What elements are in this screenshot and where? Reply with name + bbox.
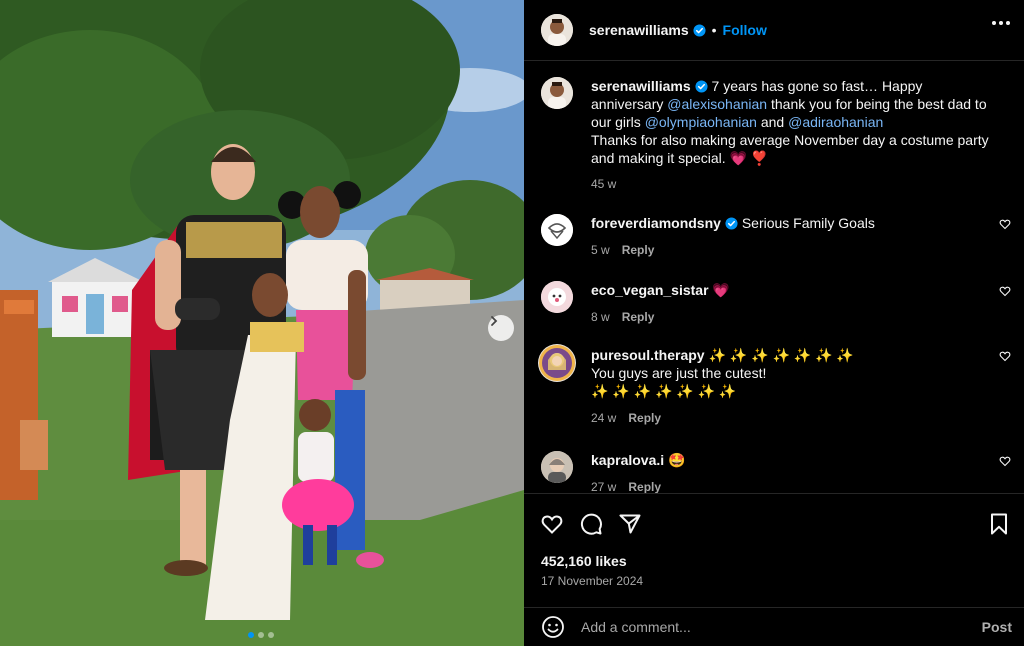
caption-author[interactable]: serenawilliams (591, 78, 691, 94)
reply-button[interactable]: Reply (622, 243, 655, 257)
avatar-image (541, 77, 573, 109)
verified-badge-icon (693, 23, 706, 37)
avatar[interactable] (541, 77, 573, 109)
comment-author[interactable]: kapralova.i (591, 452, 664, 468)
post-header: serenawilliams • Follow (524, 0, 1024, 61)
carousel-indicator (248, 632, 274, 638)
follow-button[interactable]: Follow (723, 22, 767, 38)
avatar-image (541, 14, 573, 46)
reply-button[interactable]: Reply (628, 411, 661, 425)
comment-body: puresoul.therapy ✨ ✨ ✨ ✨ ✨ ✨ ✨ You guys … (591, 346, 996, 427)
heart-icon[interactable] (999, 455, 1011, 467)
comment-text: ✨ ✨ ✨ ✨ ✨ ✨ ✨ (708, 347, 854, 363)
verified-badge-icon (695, 80, 708, 93)
comment-body: foreverdiamondsny Serious Family Goals 5… (591, 214, 996, 259)
save-button[interactable] (987, 512, 1011, 541)
reply-button[interactable]: Reply (628, 480, 661, 493)
share-icon[interactable] (618, 512, 642, 536)
post-media[interactable] (0, 0, 524, 646)
comment-text: 💗 (712, 282, 730, 298)
next-image-button[interactable] (488, 315, 514, 341)
avatar[interactable] (538, 344, 576, 382)
caption-time: 45 w (591, 177, 617, 191)
caption-and: and (760, 114, 785, 130)
comment-time: 8 w (591, 310, 610, 324)
post-actions: 452,160 likes 17 November 2024 (524, 493, 1024, 609)
likes-count[interactable]: 452,160 likes (541, 553, 627, 569)
post-photo (0, 0, 524, 646)
post-comment-button[interactable]: Post (982, 619, 1012, 635)
emoji-icon[interactable] (541, 615, 565, 639)
caption-text-3: Thanks for also making average November … (591, 132, 989, 166)
comment-time: 5 w (591, 243, 610, 257)
mention-link[interactable]: @olympiaohanian (645, 114, 757, 130)
mention-link[interactable]: @alexisohanian (667, 96, 767, 112)
carousel-dot (248, 632, 254, 638)
heart-icon[interactable] (999, 350, 1011, 362)
caption-body: serenawilliams 7 years has gone so fast…… (591, 77, 996, 193)
carousel-dot (258, 632, 264, 638)
action-icons (540, 512, 642, 536)
comment-body: kapralova.i 🤩 27 w Reply (591, 451, 996, 493)
heart-icon[interactable] (999, 218, 1011, 230)
verified-badge-icon (725, 217, 738, 230)
comment-author[interactable]: foreverdiamondsny (591, 215, 721, 231)
bookmark-icon[interactable] (987, 512, 1011, 536)
comment-text: 🤩 (668, 452, 686, 468)
post-sidebar: serenawilliams • Follow serenawilliams 7… (524, 0, 1024, 646)
avatar-image (541, 281, 573, 313)
comment-text-line2: You guys are just the cutest! (591, 365, 767, 381)
more-icon[interactable] (992, 21, 1010, 25)
heart-icon[interactable] (999, 285, 1011, 297)
carousel-dot (268, 632, 274, 638)
comments-list[interactable]: serenawilliams 7 years has gone so fast…… (524, 61, 1024, 493)
add-comment-bar: Post (524, 607, 1024, 646)
comment-body: eco_vegan_sistar 💗 8 w Reply (591, 281, 996, 326)
comment-author[interactable]: puresoul.therapy (591, 347, 705, 363)
avatar-image (541, 451, 573, 483)
chevron-right-icon (491, 316, 498, 326)
comment-icon[interactable] (579, 512, 603, 536)
reply-button[interactable]: Reply (622, 310, 655, 324)
avatar-image (541, 214, 573, 246)
comment-time: 24 w (591, 411, 617, 425)
heart-icon[interactable] (540, 512, 564, 536)
comment-input[interactable] (581, 619, 961, 635)
comment-text-line3: ✨ ✨ ✨ ✨ ✨ ✨ ✨ (591, 383, 737, 399)
author-username[interactable]: serenawilliams (589, 22, 689, 38)
avatar[interactable] (541, 214, 573, 246)
comment-time: 27 w (591, 480, 617, 493)
comment-text: Serious Family Goals (741, 215, 875, 231)
avatar[interactable] (541, 14, 573, 46)
mention-link[interactable]: @adiraohanian (788, 114, 883, 130)
avatar-image (539, 345, 575, 381)
separator-dot: • (711, 22, 717, 38)
comment-author[interactable]: eco_vegan_sistar (591, 282, 709, 298)
post-date: 17 November 2024 (541, 574, 644, 588)
avatar[interactable] (541, 281, 573, 313)
avatar[interactable] (541, 451, 573, 483)
